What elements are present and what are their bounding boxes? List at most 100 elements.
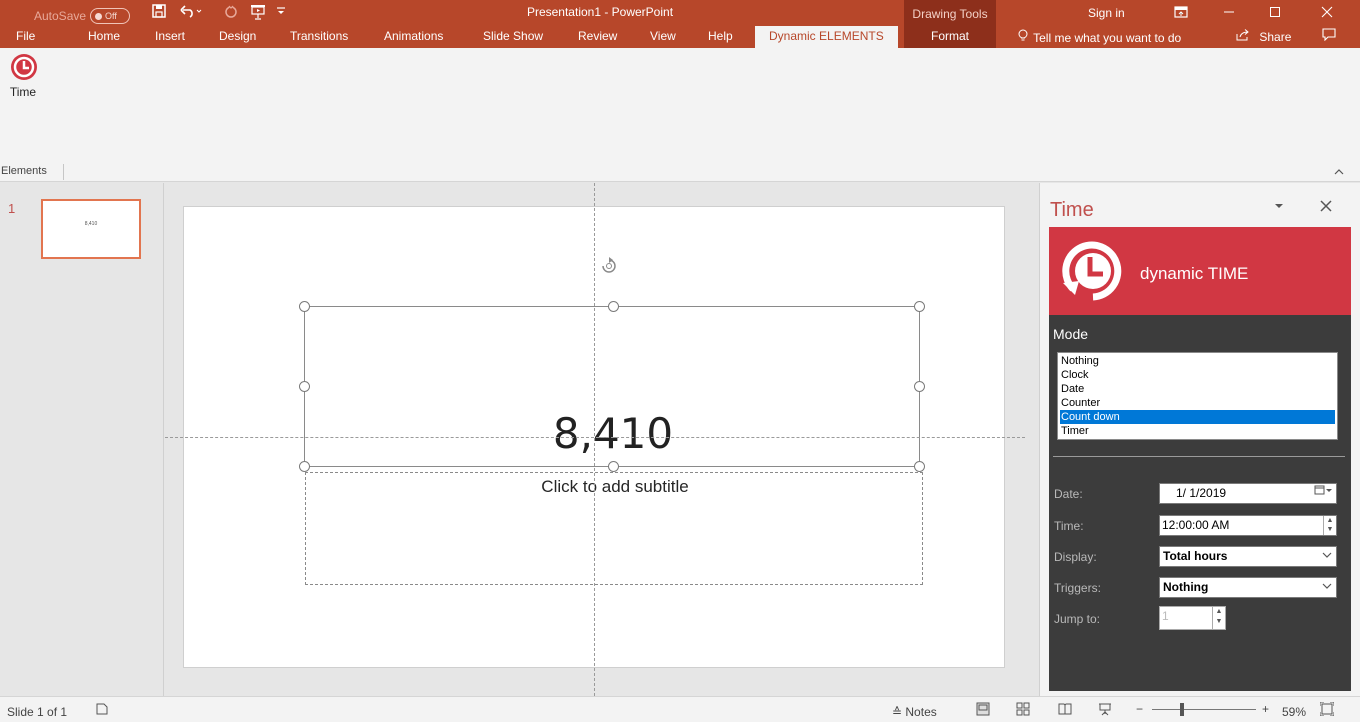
time-spinner-icon[interactable]: ▲ ▼: [1323, 516, 1336, 535]
close-window-icon[interactable]: [1312, 4, 1342, 22]
resize-handle[interactable]: [299, 461, 310, 472]
slide-sorter-icon[interactable]: [1016, 702, 1030, 719]
zoom-in-icon[interactable]: +: [1262, 702, 1269, 716]
time-button-label: Time: [9, 85, 37, 99]
subtitle-placeholder[interactable]: Click to add subtitle: [305, 472, 923, 585]
save-icon[interactable]: [152, 4, 166, 22]
start-from-beginning-icon[interactable]: [250, 4, 268, 22]
title-bar: AutoSave Off Presentation1 - PowerPoint …: [0, 0, 1360, 49]
jump-spinner-icon[interactable]: ▲ ▼: [1212, 607, 1225, 629]
triggers-select[interactable]: Nothing: [1159, 577, 1337, 598]
rotate-handle-icon[interactable]: [599, 256, 619, 282]
clock-icon: [10, 53, 38, 84]
maximize-icon[interactable]: [1260, 4, 1290, 22]
share-label: Share: [1259, 30, 1292, 44]
triggers-label: Triggers:: [1054, 581, 1101, 595]
mode-label: Mode: [1053, 326, 1089, 342]
fit-slide-icon[interactable]: [1319, 701, 1335, 719]
mode-option-timer[interactable]: Timer: [1060, 424, 1335, 438]
jump-to-stepper[interactable]: 1 ▲ ▼: [1159, 606, 1226, 630]
tab-dynamic-elements[interactable]: Dynamic ELEMENTS: [755, 26, 898, 49]
pane-settings: Mode Nothing Clock Date Counter Count do…: [1049, 315, 1351, 691]
slide-number: 1: [8, 201, 16, 216]
spell-check-icon[interactable]: [96, 703, 108, 718]
zoom-out-icon[interactable]: −: [1136, 702, 1143, 716]
group-separator: [63, 164, 64, 180]
resize-handle[interactable]: [608, 301, 619, 312]
resize-handle[interactable]: [608, 461, 619, 472]
customize-qat-icon[interactable]: [276, 4, 286, 22]
mode-option-nothing[interactable]: Nothing: [1060, 354, 1335, 368]
notes-icon: ≙: [892, 705, 906, 719]
status-bar: Slide 1 of 1 ≙ Notes − + 59%: [0, 696, 1360, 722]
title-placeholder[interactable]: 8,410: [299, 301, 925, 472]
notes-button[interactable]: ≙ Notes: [892, 705, 937, 719]
tab-transitions[interactable]: Transitions: [290, 29, 348, 43]
tab-help[interactable]: Help: [708, 29, 733, 43]
banner-title: dynamic TIME: [1140, 264, 1249, 283]
comments-icon[interactable]: [1314, 27, 1344, 45]
chevron-down-icon: [1322, 547, 1332, 566]
share-button[interactable]: Share: [1236, 29, 1291, 44]
resize-handle[interactable]: [914, 461, 925, 472]
autosave-toggle[interactable]: AutoSave Off: [34, 8, 131, 24]
mode-option-date[interactable]: Date: [1060, 382, 1335, 396]
autosave-label: AutoSave: [34, 9, 87, 23]
reading-view-icon[interactable]: [1058, 702, 1072, 719]
display-label: Display:: [1054, 550, 1097, 564]
tab-insert[interactable]: Insert: [155, 29, 185, 43]
tell-me-label: Tell me what you want to do: [1033, 31, 1182, 45]
thumbnail-preview-text: 8,410: [84, 221, 98, 227]
notes-label: Notes: [905, 705, 937, 719]
tab-file[interactable]: File: [16, 29, 35, 43]
resize-handle[interactable]: [914, 381, 925, 392]
tab-review[interactable]: Review: [578, 29, 617, 43]
jump-to-label: Jump to:: [1054, 612, 1101, 626]
mode-option-clock[interactable]: Clock: [1060, 368, 1335, 382]
minimize-icon[interactable]: [1214, 4, 1244, 22]
zoom-level[interactable]: 59%: [1282, 705, 1306, 719]
normal-view-icon[interactable]: [976, 702, 990, 719]
tab-view[interactable]: View: [650, 29, 676, 43]
undo-icon[interactable]: [180, 4, 202, 22]
autosave-switch[interactable]: Off: [90, 8, 131, 24]
tab-slide-show[interactable]: Slide Show: [483, 29, 543, 43]
time-input[interactable]: 12:00:00 AM ▲ ▼: [1159, 515, 1337, 536]
resize-handle[interactable]: [299, 301, 310, 312]
collapse-ribbon-icon[interactable]: [1334, 165, 1344, 179]
tab-animations[interactable]: Animations: [384, 29, 443, 43]
autosave-state: Off: [105, 11, 117, 21]
date-value: 1/ 1/2019: [1176, 486, 1227, 500]
resize-handle[interactable]: [914, 301, 925, 312]
time-task-pane: Time dynamic TIME Mode Nothing Clock Dat…: [1039, 183, 1360, 696]
zoom-slider-thumb[interactable]: [1180, 703, 1184, 716]
ribbon-display-options-icon[interactable]: [1166, 4, 1196, 22]
calendar-dropdown-icon[interactable]: [1314, 484, 1332, 503]
mode-listbox[interactable]: Nothing Clock Date Counter Count down Ti…: [1057, 352, 1338, 440]
pane-close-icon[interactable]: [1320, 196, 1332, 217]
time-label: Time:: [1054, 519, 1084, 533]
date-picker[interactable]: 1/ 1/2019: [1159, 483, 1337, 504]
mode-option-counter[interactable]: Counter: [1060, 396, 1335, 410]
mode-option-count-down[interactable]: Count down: [1060, 410, 1335, 424]
pane-options-icon[interactable]: [1274, 201, 1284, 213]
chevron-down-icon: [1322, 578, 1332, 597]
sign-in-link[interactable]: Sign in: [1088, 6, 1125, 20]
elements-group-label: Elements: [1, 165, 47, 177]
slide-show-view-icon[interactable]: [1098, 702, 1112, 719]
tab-design[interactable]: Design: [219, 29, 256, 43]
tell-me-search[interactable]: Tell me what you want to do: [1018, 29, 1181, 45]
dynamic-time-logo-icon: [1059, 237, 1127, 308]
redo-icon[interactable]: [224, 4, 238, 22]
display-select[interactable]: Total hours: [1159, 546, 1337, 567]
triggers-value: Nothing: [1163, 580, 1209, 594]
time-value: 12:00:00 AM: [1162, 518, 1230, 532]
subtitle-placeholder-text: Click to add subtitle: [541, 477, 689, 496]
tab-home[interactable]: Home: [88, 29, 120, 43]
time-button[interactable]: Time: [6, 52, 46, 104]
slide-thumbnail[interactable]: 8,410: [41, 199, 141, 259]
zoom-slider-track[interactable]: [1152, 709, 1256, 710]
tab-format[interactable]: Format: [931, 29, 969, 43]
horizontal-smart-guide: [165, 437, 1025, 438]
resize-handle[interactable]: [299, 381, 310, 392]
